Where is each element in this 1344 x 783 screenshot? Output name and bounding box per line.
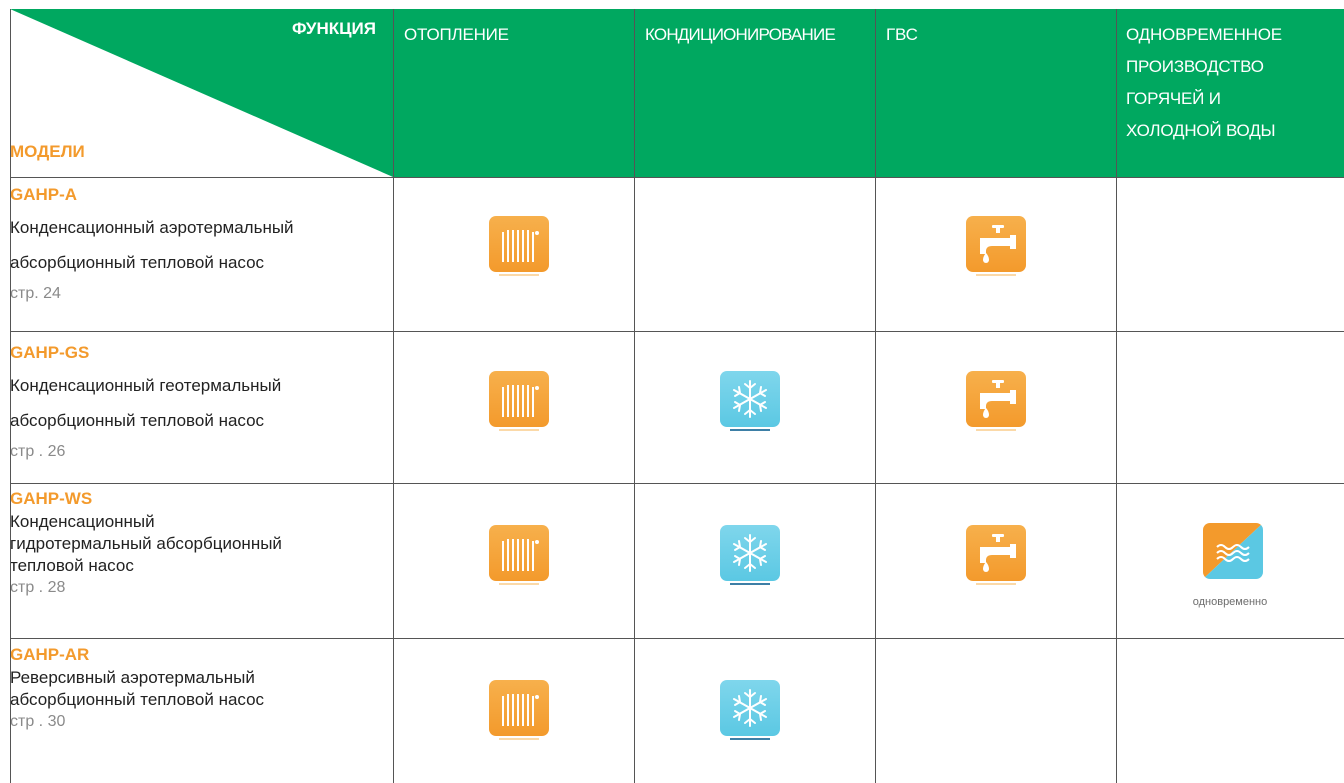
tap-icon: [966, 371, 1026, 431]
grid-line: [10, 177, 1344, 178]
page-ref: стр . 28: [10, 579, 66, 596]
model-gahp-ws: GAHP-WS Конденсационный гидротермальный …: [10, 487, 393, 597]
column-dhw: ГВС: [886, 25, 918, 44]
grid-line: [393, 9, 394, 783]
models-label: МОДЕЛИ: [10, 142, 85, 161]
model-description: Реверсивный аэротермальный абсорбционный…: [10, 668, 265, 709]
radiator-icon: [489, 371, 549, 431]
function-model-table: ФУНКЦИЯ МОДЕЛИ ОТОПЛЕНИЕ КОНДИЦИОНИРОВАН…: [0, 0, 1344, 783]
grid-line: [10, 638, 1344, 639]
model-description: Конденсационный геотермальный абсорбцион…: [10, 376, 282, 430]
grid-line: [10, 483, 1344, 484]
model-description: Конденсационный аэротермальный абсорбцио…: [10, 218, 294, 272]
model-description: Конденсационный гидротермальный абсорбци…: [10, 512, 282, 575]
radiator-icon: [489, 216, 549, 276]
function-label: ФУНКЦИЯ: [292, 19, 376, 38]
grid-line: [10, 331, 1344, 332]
model-name: GAHP-GS: [10, 343, 90, 362]
model-gahp-gs: GAHP-GS Конденсационный геотермальный аб…: [10, 341, 393, 461]
tap-icon: [966, 525, 1026, 585]
radiator-icon: [489, 525, 549, 585]
model-name: GAHP-AR: [10, 645, 90, 664]
snowflake-icon: [720, 680, 780, 740]
page-ref: стр. 24: [10, 285, 61, 302]
simultaneous-icon: [1203, 523, 1263, 583]
model-name: GAHP-WS: [10, 489, 93, 508]
simultaneous-caption: одновременно: [1192, 596, 1268, 608]
model-name: GAHP-A: [10, 185, 78, 204]
tap-icon: [966, 216, 1026, 276]
grid-line: [634, 9, 635, 783]
page-ref: стр . 30: [10, 713, 66, 730]
snowflake-icon: [720, 371, 780, 431]
radiator-icon: [489, 680, 549, 740]
grid-line: [10, 9, 11, 783]
grid-line: [875, 9, 876, 783]
model-gahp-ar: GAHP-AR Реверсивный аэротермальный абсор…: [10, 643, 393, 731]
grid-line: [1116, 9, 1117, 783]
snowflake-icon: [720, 525, 780, 585]
column-simultaneous: ОДНОВРЕМЕННОЕ ПРОИЗВОДСТВО ГОРЯЧЕЙ И ХОЛ…: [1126, 25, 1282, 140]
column-heating: ОТОПЛЕНИЕ: [404, 25, 509, 44]
model-gahp-a: GAHP-A Конденсационный аэротермальный аб…: [10, 183, 393, 303]
page-ref: стр . 26: [10, 443, 66, 460]
column-cooling: КОНДИЦИОНИРОВАНИЕ: [645, 25, 836, 44]
